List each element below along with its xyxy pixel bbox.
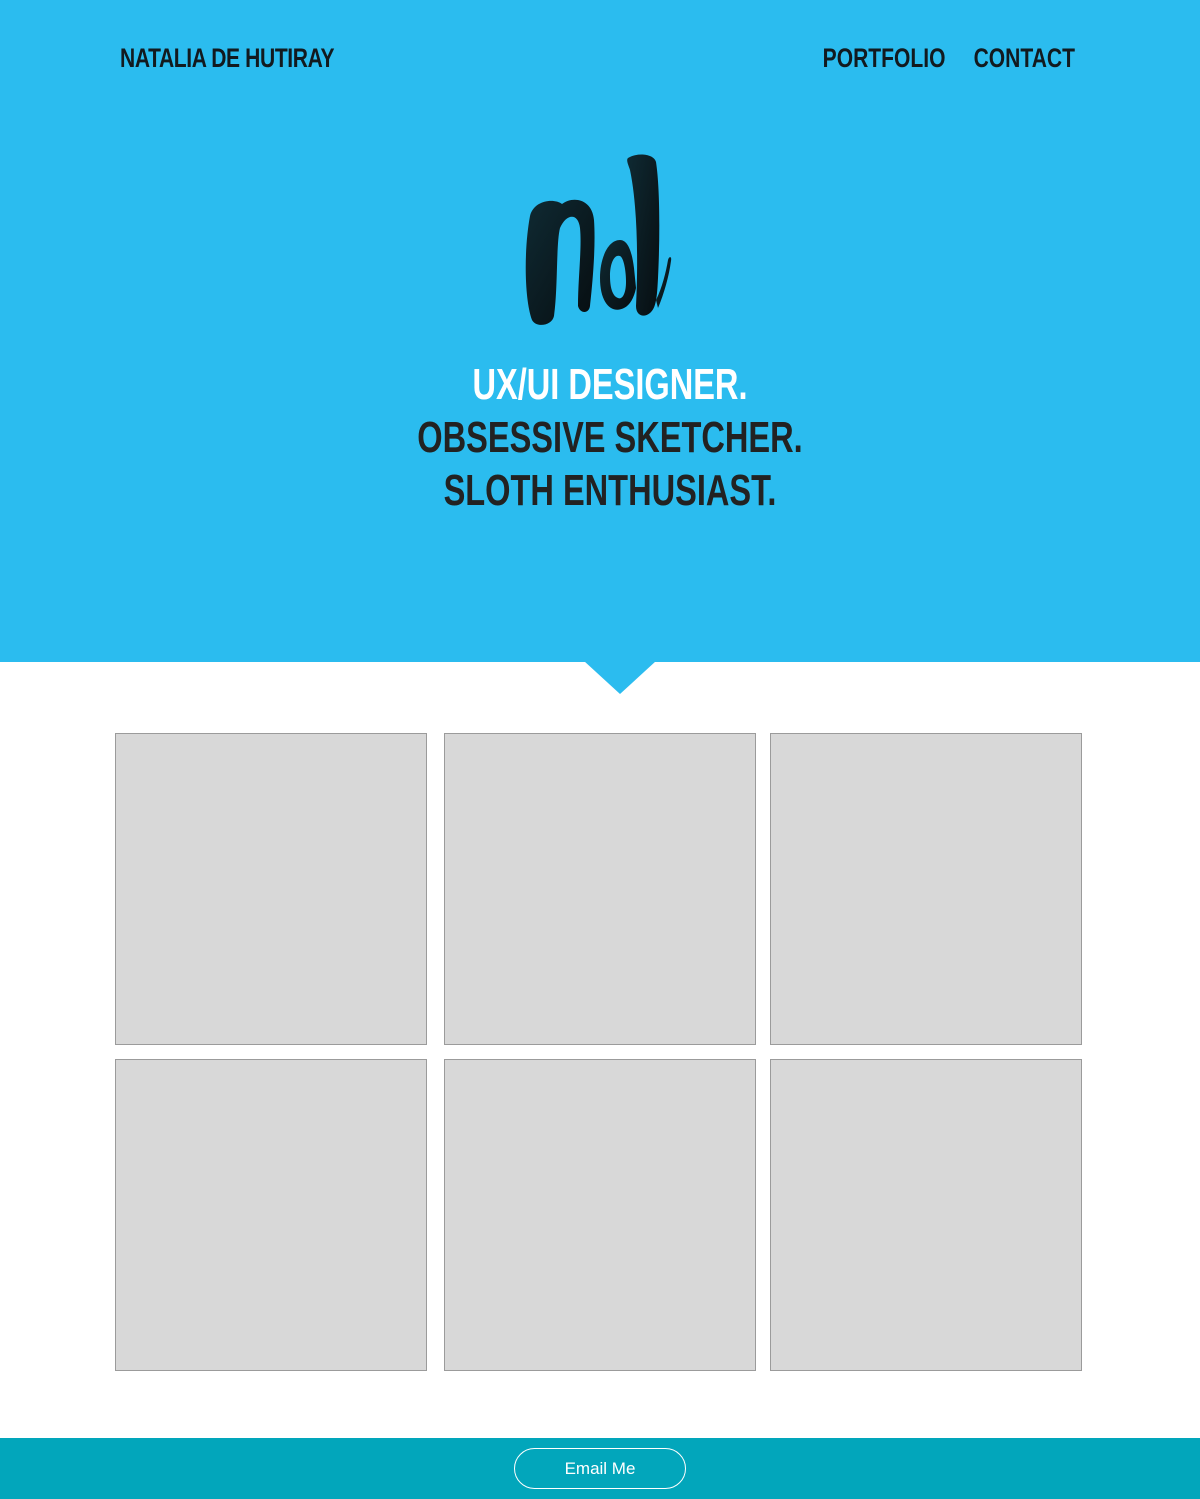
portfolio-tile[interactable] xyxy=(770,1059,1082,1371)
site-footer: Email Me xyxy=(0,1438,1200,1499)
portfolio-tile[interactable] xyxy=(444,733,756,1045)
portfolio-tile[interactable] xyxy=(444,1059,756,1371)
hero-taglines: UX/UI DESIGNER. OBSESSIVE SKETCHER. SLOT… xyxy=(300,358,920,517)
tagline-sloth: SLOTH ENTHUSIAST. xyxy=(443,466,777,515)
portfolio-tile[interactable] xyxy=(115,733,427,1045)
nav-contact-link[interactable]: CONTACT xyxy=(974,40,1075,76)
email-me-button[interactable]: Email Me xyxy=(514,1448,686,1489)
portfolio-tile[interactable] xyxy=(115,1059,427,1371)
nav-portfolio-link[interactable]: PORTFOLIO xyxy=(822,40,945,76)
tagline-sketcher: OBSESSIVE SKETCHER. xyxy=(417,413,803,462)
hero-pointer-arrow xyxy=(584,661,656,694)
hero-section xyxy=(0,0,1200,662)
portfolio-tile[interactable] xyxy=(770,733,1082,1045)
main-nav: PORTFOLIO CONTACT xyxy=(822,40,1075,76)
brand-name-link[interactable]: NATALIA DE HUTIRAY xyxy=(120,40,334,76)
nd-monogram-logo-icon xyxy=(520,148,680,328)
tagline-designer: UX/UI DESIGNER. xyxy=(472,360,748,409)
